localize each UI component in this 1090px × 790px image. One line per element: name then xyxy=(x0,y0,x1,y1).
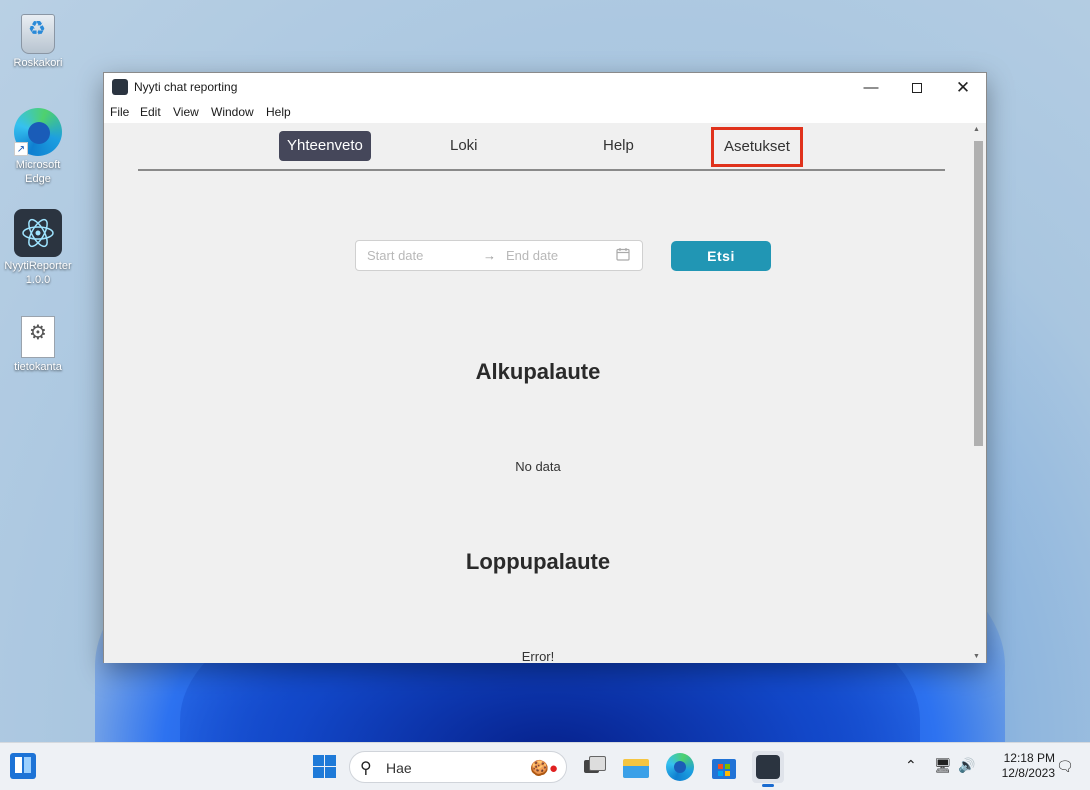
task-view-icon[interactable] xyxy=(580,753,608,781)
app-window: Nyyti chat reporting — ✕ File Edit View … xyxy=(103,72,987,663)
scrollbar-thumb[interactable] xyxy=(974,141,983,446)
desktop-icon-label: Microsoft Edge xyxy=(15,159,61,185)
taskbar-search-input[interactable]: Hae xyxy=(386,760,412,776)
search-highlight-icon: 🍪● xyxy=(530,760,558,777)
tab-asetukset[interactable]: Asetukset xyxy=(711,127,803,167)
start-date-input[interactable]: Start date xyxy=(367,248,423,263)
tab-bar: Yhteenveto Loki Help Asetukset xyxy=(138,127,945,171)
calendar-icon[interactable] xyxy=(616,247,630,264)
main-content: Yhteenveto Loki Help Asetukset Start dat… xyxy=(104,123,972,663)
clock-time: 12:18 PM xyxy=(1003,751,1055,765)
scroll-up-icon[interactable]: ▲ xyxy=(973,126,980,133)
network-icon[interactable]: 🖥 xyxy=(934,757,952,774)
tab-loki[interactable]: Loki xyxy=(450,131,478,161)
title-bar[interactable]: Nyyti chat reporting — ✕ xyxy=(104,73,986,102)
scroll-down-icon[interactable]: ▼ xyxy=(973,653,980,660)
edge-taskbar-icon[interactable] xyxy=(666,753,694,781)
end-date-input[interactable]: End date xyxy=(506,248,558,263)
menu-help[interactable]: Help xyxy=(266,105,291,119)
section-title-loppupalaute: Loppupalaute xyxy=(465,549,611,574)
tab-yhteenveto[interactable]: Yhteenveto xyxy=(279,131,371,161)
recycle-bin-icon xyxy=(21,14,55,54)
search-icon: ⚲ xyxy=(360,760,372,777)
menu-window[interactable]: Window xyxy=(211,105,254,119)
vertical-scrollbar[interactable]: ▲ ▼ xyxy=(970,123,986,663)
close-button[interactable]: ✕ xyxy=(940,73,986,102)
desktop-icon-label: NyytiReporter 1.0.0 xyxy=(4,260,72,286)
menu-edit[interactable]: Edit xyxy=(140,105,161,119)
alkupalaute-message: No data xyxy=(515,459,561,474)
widgets-icon[interactable] xyxy=(10,753,36,779)
app-icon xyxy=(112,79,128,95)
search-button[interactable]: Etsi xyxy=(671,241,771,271)
menu-bar: File Edit View Window Help xyxy=(104,102,986,123)
shortcut-arrow-icon: ↗ xyxy=(14,142,28,156)
desktop-icon-edge[interactable]: ↗ Microsoft Edge xyxy=(2,108,74,186)
loppupalaute-message: Error! xyxy=(521,649,555,663)
store-icon[interactable] xyxy=(710,753,738,781)
start-button[interactable] xyxy=(311,753,339,781)
menu-view[interactable]: View xyxy=(173,105,199,119)
maximize-icon xyxy=(912,83,922,94)
section-title-alkupalaute: Alkupalaute xyxy=(475,359,601,384)
clock-date: 12/8/2023 xyxy=(1001,766,1055,780)
desktop-icon-label: tietokanta xyxy=(14,361,62,373)
electron-app-icon xyxy=(14,209,62,257)
taskbar: ⚲ Hae 🍪● ⌃ 🖥 🔊 12:18 PM 12/8/2023 🗨 xyxy=(0,742,1090,790)
clock[interactable]: 12:18 PM 12/8/2023 xyxy=(985,751,1055,781)
maximize-button[interactable] xyxy=(894,73,940,102)
file-explorer-icon[interactable] xyxy=(622,753,650,781)
settings-file-icon xyxy=(21,316,55,358)
range-arrow-icon: → xyxy=(483,248,496,263)
desktop-icon-nyytireporter[interactable]: NyytiReporter 1.0.0 xyxy=(2,209,74,287)
menu-file[interactable]: File xyxy=(110,105,129,119)
taskbar-search[interactable]: ⚲ Hae 🍪● xyxy=(349,751,567,783)
nyytireporter-taskbar-icon[interactable] xyxy=(752,751,784,787)
edge-icon: ↗ xyxy=(14,108,62,156)
date-range-picker[interactable]: Start date → End date xyxy=(355,240,643,271)
notification-icon[interactable]: 🗨 xyxy=(1056,758,1074,775)
desktop-icon-label: Roskakori xyxy=(13,57,63,69)
minimize-button[interactable]: — xyxy=(848,73,894,102)
desktop-icon-recycle-bin[interactable]: Roskakori xyxy=(2,8,74,70)
tab-help[interactable]: Help xyxy=(603,131,634,161)
window-title: Nyyti chat reporting xyxy=(134,80,238,94)
chevron-up-icon[interactable]: ⌃ xyxy=(905,757,917,774)
volume-icon[interactable]: 🔊 xyxy=(958,757,975,774)
desktop-icon-tietokanta[interactable]: tietokanta xyxy=(2,312,74,374)
